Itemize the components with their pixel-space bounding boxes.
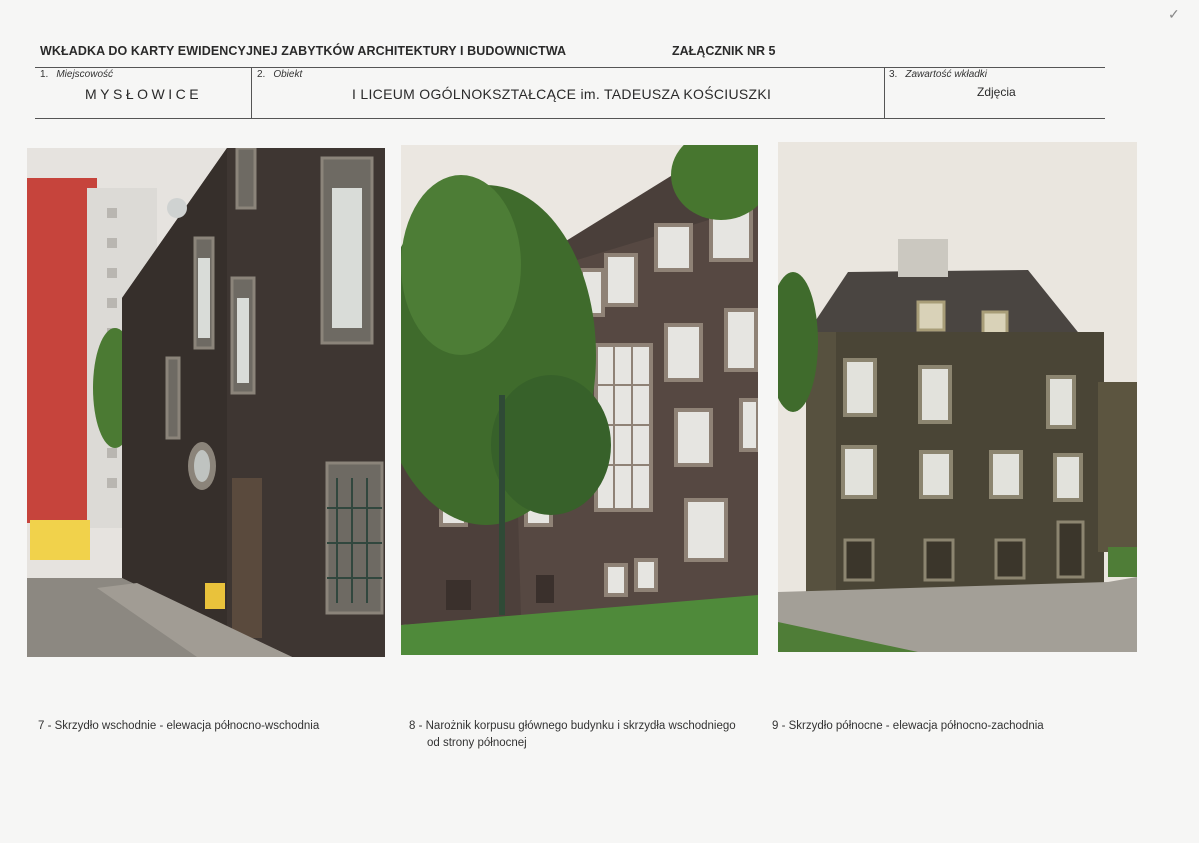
header-table-divider-2 <box>884 67 885 119</box>
annex-number: ZAŁĄCZNIK NR 5 <box>672 44 776 58</box>
object-label-text: Obiekt <box>273 69 303 80</box>
object-value: I LICEUM OGÓLNOKSZTAŁCĄCE im. TADEUSZA K… <box>352 86 772 102</box>
contents-number: 3. <box>889 69 898 80</box>
document-title: WKŁADKA DO KARTY EWIDENCYJNEJ ZABYTKÓW A… <box>40 44 567 58</box>
contents-label-text: Zawartość wkładki <box>905 69 988 80</box>
photo-7-caption: 7 - Skrzydło wschodnie - elewacja północ… <box>38 720 320 732</box>
place-value: MYSŁOWICE <box>85 86 203 102</box>
photo-8-main-corner <box>401 145 758 655</box>
header-table-bottom-border <box>35 118 1105 119</box>
photo-7-east-wing <box>27 148 385 657</box>
object-number: 2. <box>257 69 266 80</box>
photo-9-caption: 9 - Skrzydło północne - elewacja północn… <box>772 720 1044 732</box>
photo-8-caption: 8 - Narożnik korpusu głównego budynku i … <box>409 718 749 752</box>
corner-check-mark: ✓ <box>1168 6 1180 22</box>
photo-9-north-wing <box>778 142 1137 652</box>
contents-value: Zdjęcia <box>977 85 1016 99</box>
photo-8-caption-line-1: 8 - Narożnik korpusu głównego budynku i … <box>409 720 736 732</box>
place-label: 1. Miejscowość <box>40 69 113 80</box>
place-number: 1. <box>40 69 49 80</box>
header-table-top-border <box>35 67 1105 68</box>
contents-label: 3. Zawartość wkładki <box>889 69 987 80</box>
document-page: ✓ WKŁADKA DO KARTY EWIDENCYJNEJ ZABYTKÓW… <box>0 0 1199 843</box>
header-table-divider-1 <box>251 67 252 119</box>
photo-8-caption-line-2: od strony północnej <box>427 737 527 749</box>
place-label-text: Miejscowość <box>56 69 114 80</box>
object-label: 2. Obiekt <box>257 69 302 80</box>
